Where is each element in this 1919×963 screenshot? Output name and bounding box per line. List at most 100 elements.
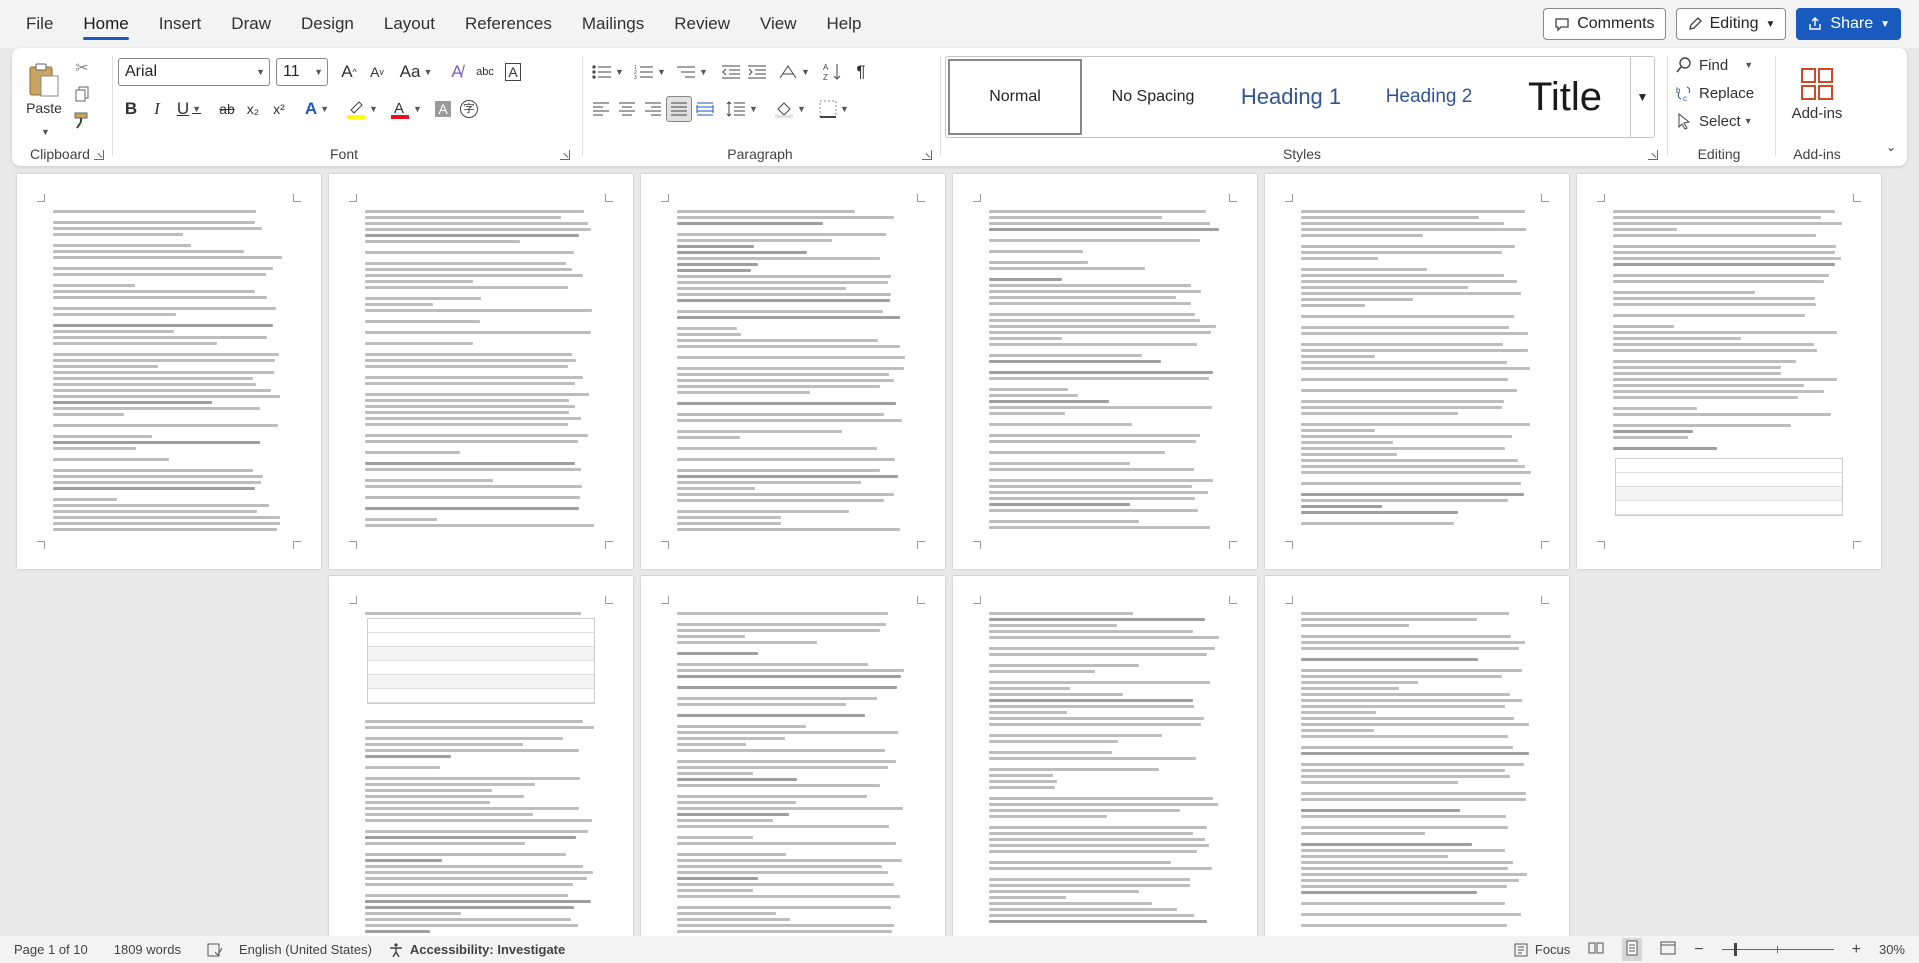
styles-launcher-icon[interactable] <box>1648 150 1658 160</box>
align-left-icon[interactable] <box>588 96 614 122</box>
find-button[interactable]: Find ▼ <box>1675 52 1765 78</box>
paste-options-chevron[interactable]: ▼ <box>36 126 52 138</box>
text-line <box>989 630 1193 633</box>
zoom-slider-thumb[interactable] <box>1733 943 1737 956</box>
bold-button[interactable]: B <box>118 96 144 122</box>
multilevel-list-button[interactable]: ▼ <box>672 58 712 86</box>
align-center-icon[interactable] <box>614 96 640 122</box>
document-page[interactable] <box>641 174 945 569</box>
print-layout-icon[interactable] <box>1622 938 1643 961</box>
zoom-out-button[interactable]: − <box>1694 941 1703 959</box>
editing-mode-button[interactable]: Editing ▼ <box>1675 8 1787 40</box>
text-line <box>677 385 880 388</box>
document-page[interactable] <box>329 174 633 569</box>
document-page[interactable] <box>953 576 1257 936</box>
document-page[interactable] <box>1577 174 1881 569</box>
text-direction-button[interactable]: ▼ <box>774 58 814 86</box>
line-spacing-button[interactable]: ▼ <box>722 96 762 122</box>
sort-icon[interactable]: AZ <box>820 58 846 86</box>
replace-button[interactable]: bc Replace <box>1675 80 1765 106</box>
highlight-color-button[interactable]: ▼ <box>342 96 382 122</box>
document-page[interactable] <box>1265 576 1569 936</box>
shading-button[interactable]: ▼ <box>770 96 810 122</box>
addins-button[interactable]: Add-ins <box>1779 54 1855 134</box>
text-line <box>365 830 588 833</box>
select-button[interactable]: Select ▼ <box>1675 108 1765 134</box>
character-border-icon[interactable]: A <box>500 58 526 86</box>
zoom-level[interactable]: 30% <box>1879 942 1905 957</box>
tab-review[interactable]: Review <box>659 0 745 48</box>
grow-font-button[interactable]: A ^ <box>336 58 362 86</box>
text-line <box>989 618 1205 621</box>
numbering-button[interactable]: 1 2 3 ▼ <box>630 58 670 86</box>
distributed-icon[interactable] <box>692 96 718 122</box>
zoom-in-button[interactable]: + <box>1852 941 1861 959</box>
tab-mailings[interactable]: Mailings <box>567 0 659 48</box>
document-page[interactable] <box>329 576 633 936</box>
chevron-down-icon: ▼ <box>615 67 624 77</box>
tab-view[interactable]: View <box>745 0 812 48</box>
text-line <box>365 451 460 454</box>
superscript-button[interactable]: x² <box>266 96 292 122</box>
tab-home[interactable]: Home <box>68 0 143 48</box>
tab-design[interactable]: Design <box>286 0 369 48</box>
increase-indent-icon[interactable] <box>744 58 770 86</box>
proofing-status[interactable] <box>207 942 223 958</box>
word-count[interactable]: 1809 words <box>114 942 181 957</box>
text-line <box>989 210 1206 213</box>
tab-draw[interactable]: Draw <box>216 0 286 48</box>
share-button[interactable]: Share ▼ <box>1796 8 1901 40</box>
document-page[interactable] <box>1265 174 1569 569</box>
zoom-slider[interactable] <box>1721 943 1834 956</box>
show-formatting-marks-icon[interactable]: ¶ <box>848 58 874 86</box>
cut-icon[interactable]: ✂ <box>70 56 94 80</box>
shrink-font-button[interactable]: Av <box>364 58 390 86</box>
tab-help[interactable]: Help <box>812 0 877 48</box>
enclose-characters-icon[interactable]: 字 <box>456 96 482 122</box>
table-row <box>368 633 594 647</box>
subscript-button[interactable]: x₂ <box>240 96 266 122</box>
tab-layout[interactable]: Layout <box>369 0 450 48</box>
document-page[interactable] <box>641 576 945 936</box>
tab-references[interactable]: References <box>450 0 567 48</box>
strikethrough-button[interactable]: ab <box>214 96 240 122</box>
comments-button[interactable]: Comments <box>1543 8 1666 40</box>
font-size-dropdown[interactable]: 11 ▼ <box>276 58 328 86</box>
read-mode-icon[interactable] <box>1588 940 1604 959</box>
document-canvas[interactable] <box>0 166 1919 936</box>
character-shading-icon[interactable]: A <box>430 96 456 122</box>
format-painter-icon[interactable] <box>70 108 94 132</box>
accessibility-status[interactable]: Accessibility: Investigate <box>388 942 565 958</box>
underline-button[interactable]: U ▼ <box>170 96 208 122</box>
tab-insert[interactable]: Insert <box>144 0 217 48</box>
web-layout-icon[interactable] <box>1660 940 1676 959</box>
font-name-dropdown[interactable]: Arial ▼ <box>118 58 270 86</box>
phonetic-guide-icon[interactable]: abc <box>472 58 498 86</box>
page-count[interactable]: Page 1 of 10 <box>14 942 88 957</box>
tab-file[interactable]: File <box>24 0 68 48</box>
clipboard-launcher-icon[interactable] <box>94 150 104 160</box>
copy-icon[interactable] <box>70 82 94 106</box>
text-line <box>365 268 572 271</box>
italic-button[interactable]: I <box>144 96 170 122</box>
text-line <box>1301 304 1365 307</box>
justify-icon[interactable] <box>666 96 692 122</box>
bullets-button[interactable]: ▼ <box>588 58 628 86</box>
borders-button[interactable]: ▼ <box>814 96 854 122</box>
language-status[interactable]: English (United States) <box>239 942 372 957</box>
page-margin-mark <box>605 541 613 549</box>
change-case-button[interactable]: Aa ▼ <box>396 58 436 86</box>
document-page[interactable] <box>953 174 1257 569</box>
decrease-indent-icon[interactable] <box>718 58 744 86</box>
clear-formatting-icon[interactable]: A̸ <box>444 58 470 86</box>
document-page[interactable] <box>17 174 321 569</box>
focus-button[interactable]: Focus <box>1513 942 1570 958</box>
collapse-ribbon-icon[interactable]: ⌄ <box>1880 136 1902 158</box>
font-launcher-icon[interactable] <box>560 150 570 160</box>
text-line <box>1613 384 1804 387</box>
text-effects-button[interactable]: A ▼ <box>298 96 336 122</box>
font-color-button[interactable]: A ▼ <box>386 96 426 122</box>
paste-button[interactable]: Paste <box>22 54 66 124</box>
paragraph-launcher-icon[interactable] <box>922 150 932 160</box>
align-right-icon[interactable] <box>640 96 666 122</box>
